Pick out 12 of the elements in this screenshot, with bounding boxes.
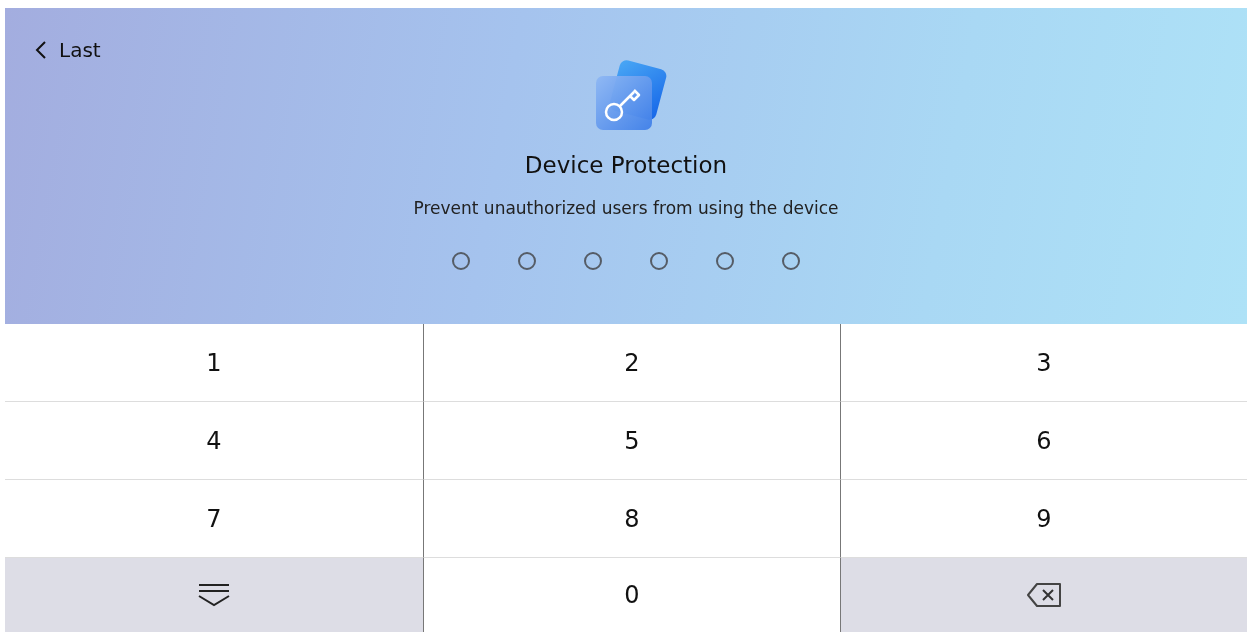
digit-key[interactable]: 2 bbox=[423, 324, 841, 402]
hide-keyboard-key[interactable] bbox=[5, 558, 423, 632]
digit-key[interactable]: 0 bbox=[423, 558, 841, 632]
back-button[interactable]: Last bbox=[35, 38, 101, 62]
backspace-key[interactable] bbox=[841, 558, 1247, 632]
hide-keyboard-icon bbox=[198, 583, 230, 607]
chevron-left-icon bbox=[35, 40, 47, 60]
digit-key[interactable]: 8 bbox=[423, 480, 841, 558]
screen-title: Device Protection bbox=[524, 152, 728, 178]
screen-subtitle: Prevent unauthorized users from using the device bbox=[413, 198, 839, 218]
digit-key[interactable]: 5 bbox=[423, 402, 841, 480]
backspace-icon bbox=[1026, 582, 1062, 608]
